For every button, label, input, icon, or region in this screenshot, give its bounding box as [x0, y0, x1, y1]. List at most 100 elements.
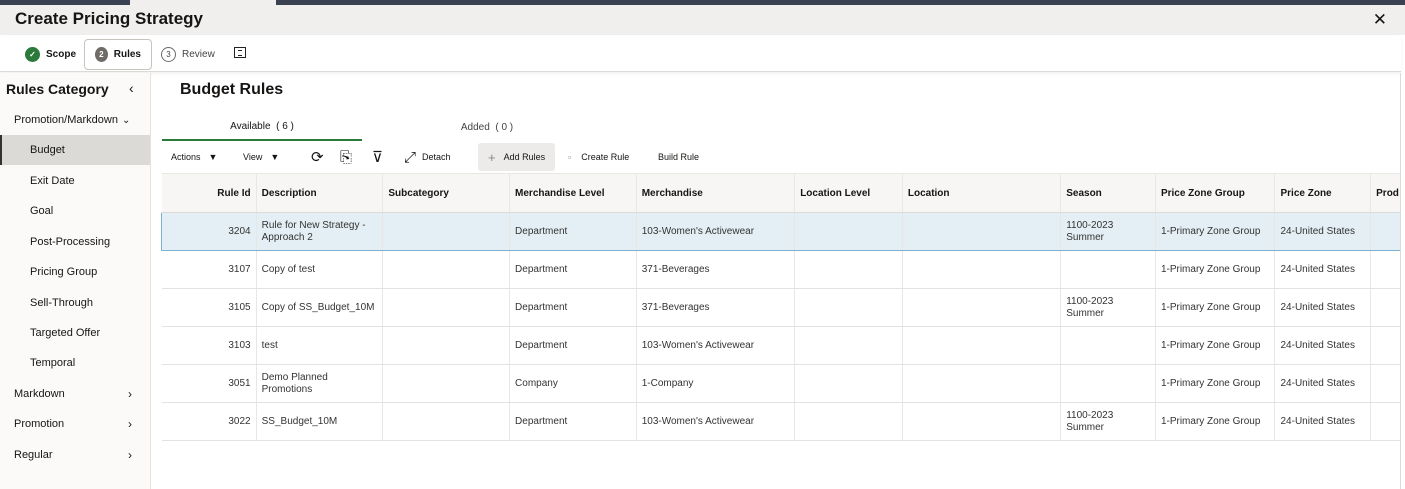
cell-rule-id: 3107	[161, 250, 257, 289]
cell-description: Demo Planned Promotions	[256, 364, 384, 403]
rules-category-sidebar: Rules Category ‹ Promotion/Markdown ⌄ Bu…	[0, 73, 151, 489]
chevron-left-icon[interactable]: ‹	[129, 80, 134, 96]
build-rule-label: Build Rule	[658, 152, 700, 162]
category-goal[interactable]: Goal	[0, 196, 150, 226]
category-label: Promotion	[14, 418, 65, 430]
cell-description: Copy of SS_Budget_10M	[256, 288, 384, 327]
cell-merchandise: 1-Company	[636, 364, 796, 403]
refresh-icon[interactable]: ⟳	[311, 143, 324, 171]
cell-subcategory	[382, 326, 511, 365]
cell-merchandise-level: Department	[509, 288, 637, 327]
cell-rule-id: 3105	[161, 288, 257, 327]
category-promotion[interactable]: Promotion ›	[0, 409, 150, 439]
step-scope[interactable]: ✓ Scope	[15, 39, 86, 70]
column-header-merchandise-level[interactable]: Merchandise Level	[509, 173, 637, 213]
cell-season	[1060, 326, 1156, 365]
column-header-description[interactable]: Description	[256, 173, 384, 213]
category-label: Goal	[30, 205, 54, 217]
column-header-rule-id[interactable]: Rule Id	[161, 173, 257, 213]
category-markdown[interactable]: Markdown ›	[0, 379, 150, 409]
category-label: Targeted Offer	[30, 327, 101, 339]
actions-menu-button[interactable]: Actions ▼	[171, 143, 217, 171]
cell-description: Copy of test	[256, 250, 384, 289]
step-review[interactable]: 3 Review	[151, 39, 225, 70]
cell-price-zone: 24-United States	[1274, 288, 1372, 327]
cell-season: 1100-2023 Summer	[1060, 402, 1156, 441]
table-row[interactable]: 3105 Copy of SS_Budget_10M Department 37…	[161, 288, 1405, 327]
column-header-merchandise[interactable]: Merchandise	[636, 173, 796, 213]
create-rule-button[interactable]: ▫ Create Rule	[568, 143, 629, 171]
vertical-divider	[1400, 73, 1405, 489]
page-title: Budget Rules	[180, 81, 284, 98]
cell-season	[1060, 364, 1156, 403]
column-header-season[interactable]: Season	[1060, 173, 1156, 213]
panel-layout-icon[interactable]	[234, 47, 246, 58]
create-rule-label: Create Rule	[581, 152, 630, 162]
column-header-location-level[interactable]: Location Level	[794, 173, 903, 213]
category-targeted-offer[interactable]: Targeted Offer	[0, 318, 150, 348]
cell-merchandise: 103-Women's Activewear	[636, 326, 796, 365]
chevron-down-icon: ⌄	[121, 114, 131, 126]
table-row[interactable]: 3051 Demo Planned Promotions Company 1-C…	[161, 364, 1405, 403]
table-row[interactable]: 3022 SS_Budget_10M Department 103-Women'…	[161, 402, 1405, 441]
category-label: Regular	[14, 449, 53, 461]
step-number-badge: 3	[161, 47, 176, 62]
cell-location	[902, 326, 1062, 365]
cell-price-zone: 24-United States	[1274, 402, 1372, 441]
build-rule-button[interactable]: Build Rule	[658, 143, 699, 171]
category-label: Pricing Group	[30, 266, 98, 278]
column-header-subcategory[interactable]: Subcategory	[382, 173, 511, 213]
export-icon[interactable]: ⎘	[340, 143, 352, 171]
category-pricing-group[interactable]: Pricing Group	[0, 257, 150, 287]
cell-location	[902, 250, 1062, 289]
category-label: Sell-Through	[30, 297, 93, 309]
dialog-title: Create Pricing Strategy	[15, 9, 204, 28]
actions-label: Actions	[171, 152, 201, 162]
step-rules[interactable]: 2 Rules	[84, 39, 152, 70]
cell-location	[902, 402, 1062, 441]
cell-rule-id: 3022	[161, 402, 257, 441]
cell-merchandise-level: Department	[509, 326, 637, 365]
tab-added[interactable]: Added ( 0 )	[387, 113, 587, 141]
add-rules-button[interactable]: + Add Rules	[478, 143, 556, 171]
cell-merchandise-level: Department	[509, 250, 637, 289]
category-post-processing[interactable]: Post-Processing	[0, 227, 150, 257]
cell-price-zone-group: 1-Primary Zone Group	[1155, 364, 1276, 403]
column-header-location[interactable]: Location	[902, 173, 1062, 213]
filter-icon[interactable]: ⊽	[372, 143, 383, 171]
check-circle-icon: ✓	[25, 47, 40, 62]
step-number-badge: 2	[95, 47, 108, 62]
category-budget[interactable]: Budget	[0, 135, 150, 165]
caret-down-icon: ▼	[270, 152, 280, 162]
category-temporal[interactable]: Temporal	[0, 348, 150, 378]
close-icon[interactable]: ✕	[1373, 10, 1387, 30]
plus-icon: +	[488, 149, 496, 165]
cell-merchandise: 103-Women's Activewear	[636, 212, 796, 251]
category-exit-date[interactable]: Exit Date	[0, 166, 150, 196]
category-promotion-markdown[interactable]: Promotion/Markdown ⌄	[0, 105, 150, 135]
detach-button[interactable]: ⤢ Detach	[404, 143, 451, 171]
category-sell-through[interactable]: Sell-Through	[0, 288, 150, 318]
table-row[interactable]: 3103 test Department 103-Women's Activew…	[161, 326, 1405, 365]
cell-subcategory	[382, 212, 511, 251]
step-rules-label: Rules	[113, 49, 141, 60]
table-row[interactable]: 3107 Copy of test Department 371-Beverag…	[161, 250, 1405, 289]
cell-location-level	[794, 250, 903, 289]
column-header-price-zone[interactable]: Price Zone	[1274, 173, 1372, 213]
cell-subcategory	[382, 402, 511, 441]
cell-location	[902, 288, 1062, 327]
cell-price-zone-group: 1-Primary Zone Group	[1155, 402, 1276, 441]
cell-description: test	[256, 326, 384, 365]
category-regular[interactable]: Regular ›	[0, 440, 150, 470]
category-label: Post-Processing	[30, 236, 111, 248]
cell-merchandise: 103-Women's Activewear	[636, 402, 796, 441]
table-row[interactable]: 3204 Rule for New Strategy - Approach 2 …	[161, 212, 1405, 251]
cell-season: 1100-2023 Summer	[1060, 288, 1156, 327]
column-header-price-zone-group[interactable]: Price Zone Group	[1155, 173, 1276, 213]
document-icon: ▫	[568, 152, 572, 162]
cell-location-level	[794, 212, 903, 251]
cell-rule-id: 3204	[161, 212, 257, 251]
step-scope-label: Scope	[46, 49, 77, 60]
view-menu-button[interactable]: View ▼	[243, 143, 279, 171]
tab-available[interactable]: Available ( 6 )	[162, 113, 362, 141]
